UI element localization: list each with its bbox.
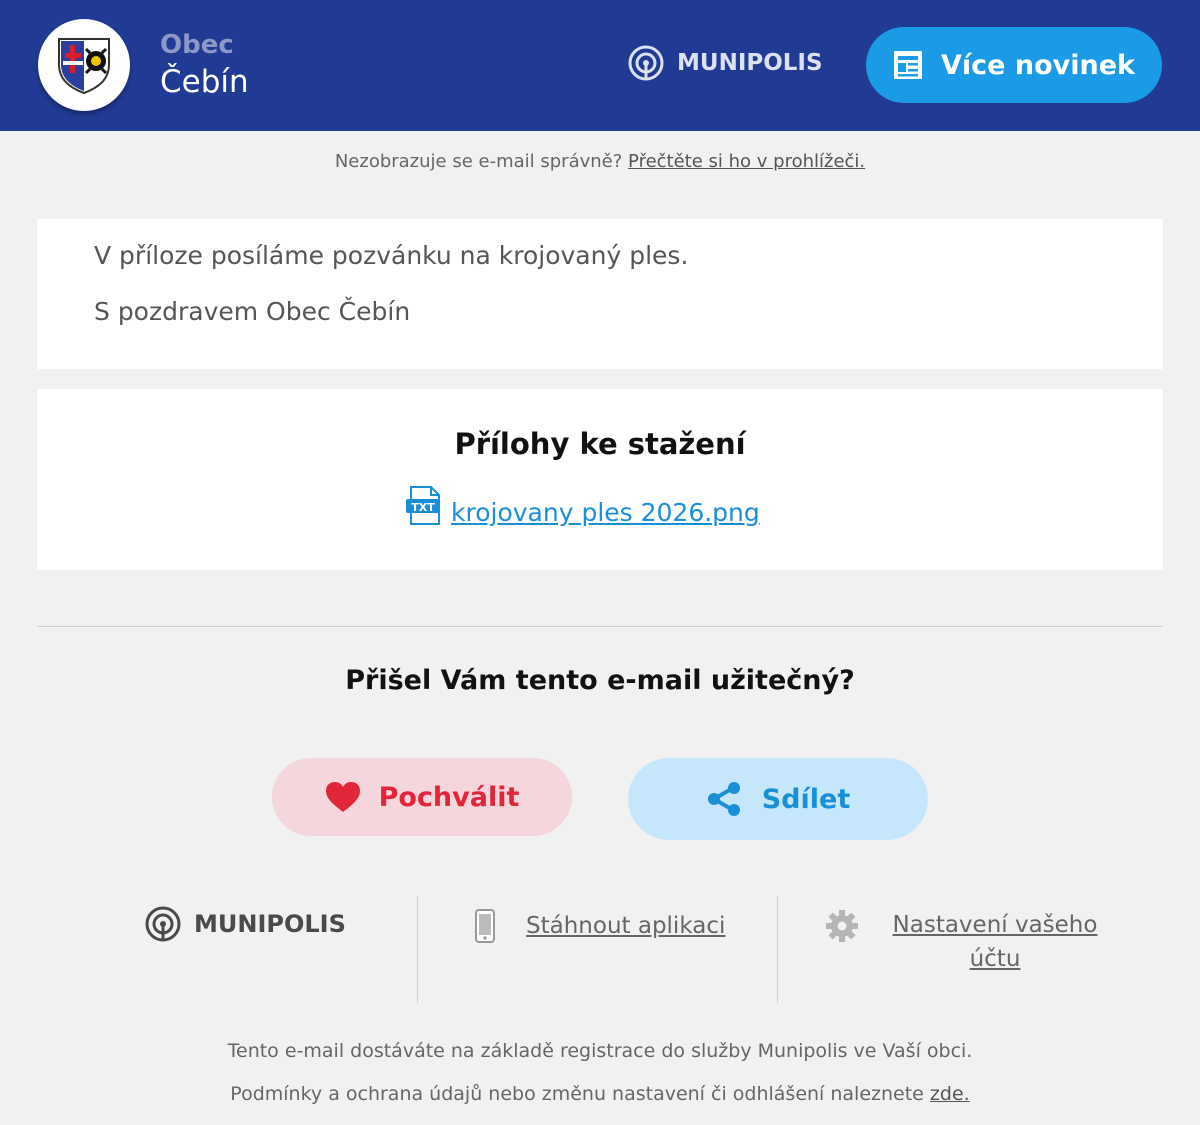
- praise-button[interactable]: Pochválit: [272, 758, 572, 836]
- share-button[interactable]: Sdílet: [628, 758, 928, 840]
- message-line-2: S pozdravem Obec Čebín: [94, 297, 411, 326]
- munipolis-logo-icon: [628, 45, 664, 81]
- view-in-browser-link[interactable]: Přečtěte si ho v prohlížeči.: [628, 151, 865, 172]
- attachment-link[interactable]: krojovany ples 2026.png: [451, 498, 760, 527]
- header: Obec Čebín MUNIPOLIS Více novinek: [0, 0, 1200, 131]
- footer-brand: MUNIPOLIS: [194, 910, 346, 938]
- footer-separator: [777, 896, 778, 1003]
- footer-separator: [417, 896, 418, 1003]
- message-line-1: V příloze posíláme pozvánku na krojovaný…: [94, 241, 689, 270]
- terms-text: Podmínky a ochrana údajů nebo změnu nast…: [230, 1083, 924, 1105]
- account-settings-link[interactable]: Nastavení vašeho účtu: [885, 908, 1105, 976]
- munipolis-logo-icon: [145, 906, 181, 942]
- share-icon: [707, 782, 740, 816]
- registration-note: Tento e-mail dostáváte na základě regist…: [227, 1040, 973, 1062]
- footer-munipolis-logo[interactable]: MUNIPOLIS: [144, 905, 346, 943]
- praise-label: Pochválit: [378, 781, 520, 813]
- more-news-label: Více novinek: [941, 49, 1135, 81]
- attachments-title: Přílohy ke stažení: [454, 427, 746, 461]
- feedback-question: Přišel Vám tento e-mail užitečný?: [345, 665, 855, 696]
- share-label: Sdílet: [761, 783, 851, 815]
- attachments-card: Přílohy ke stažení TXT krojovany ples 20…: [37, 389, 1163, 570]
- message-card: V příloze posíláme pozvánku na krojovaný…: [37, 219, 1163, 369]
- town-prefix: Obec: [160, 30, 234, 60]
- munipolis-logo[interactable]: MUNIPOLIS: [627, 44, 823, 82]
- account-settings[interactable]: Nastavení vašeho účtu: [825, 909, 1105, 976]
- munipolis-brand: MUNIPOLIS: [677, 50, 823, 76]
- download-app-link[interactable]: Stáhnout aplikaci: [526, 913, 725, 939]
- heart-icon: [325, 782, 360, 812]
- divider: [37, 626, 1163, 627]
- coat-of-arms-icon: [58, 38, 110, 95]
- download-app[interactable]: Stáhnout aplikaci: [474, 909, 725, 943]
- phone-icon: [475, 909, 495, 943]
- terms-link[interactable]: zde.: [930, 1083, 970, 1105]
- file-type-label: TXT: [411, 501, 435, 514]
- notice-text: Nezobrazuje se e-mail správně?: [334, 151, 623, 172]
- town-name: Čebín: [160, 64, 249, 100]
- terms-note: Podmínky a ochrana údajů nebo změnu nast…: [0, 1083, 1200, 1105]
- gear-icon: [826, 910, 858, 942]
- browser-notice: Nezobrazuje se e-mail správně? Přečtěte …: [0, 151, 1200, 172]
- more-news-button[interactable]: Více novinek: [866, 27, 1162, 103]
- txt-file-icon: TXT: [406, 485, 440, 525]
- newspaper-icon: [894, 51, 922, 79]
- attachment-item[interactable]: TXT krojovany ples 2026.png: [405, 484, 760, 527]
- town-logo[interactable]: [38, 19, 130, 111]
